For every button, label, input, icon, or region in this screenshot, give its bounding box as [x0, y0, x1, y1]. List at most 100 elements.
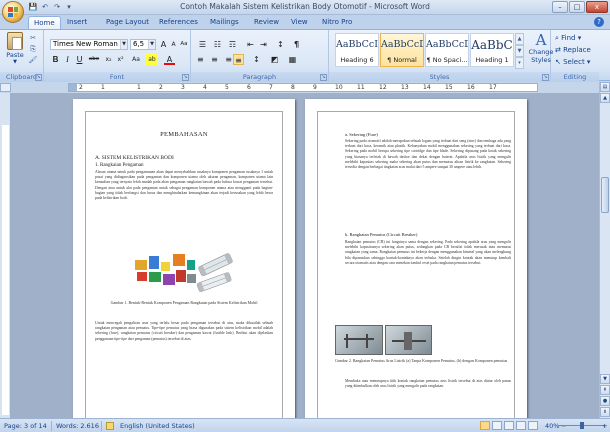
tab-insert[interactable]: Insert — [62, 16, 92, 29]
line-spacing-button[interactable]: ↕ — [251, 54, 262, 65]
numbering-button[interactable]: ☷ — [212, 39, 223, 50]
format-painter-icon[interactable]: 🖌 — [28, 56, 38, 65]
chevron-up-icon[interactable]: ▲ — [515, 33, 524, 45]
list-item-heading: b. Rangkaian Pemutus (Circuit Breaker) — [345, 232, 418, 237]
ruler-toggle-icon[interactable]: ▤ — [600, 82, 610, 92]
style-no-spacing[interactable]: AaBbCcDc ¶ No Spaci... — [425, 33, 469, 67]
paragraph-text: Rangkaian pemutus (CB) ini fungsinya sam… — [345, 240, 511, 265]
page-count-status[interactable]: Page: 3 of 14 — [4, 421, 47, 431]
ruler-number: 5 — [225, 84, 229, 91]
horizontal-ruler[interactable]: 2 1 1 2 3 4 5 6 7 8 9 10 11 12 13 14 15 … — [68, 83, 538, 92]
minimize-button[interactable]: – — [552, 1, 568, 13]
justify-button[interactable]: ≡ — [233, 54, 244, 65]
show-formatting-button[interactable]: ¶ — [291, 39, 302, 50]
document-area[interactable]: PEMBAHASAN A. SISTEM KELISTRIKAN BODI 1.… — [11, 93, 599, 418]
vertical-ruler[interactable] — [0, 93, 11, 418]
styles-gallery-scroll[interactable]: ▲ ▼ ▾ — [515, 33, 524, 69]
office-button[interactable] — [2, 1, 24, 23]
copy-icon[interactable]: ⎘ — [28, 45, 38, 54]
borders-button[interactable]: ▦ — [287, 54, 298, 65]
italic-button[interactable]: I — [62, 54, 73, 65]
scroll-down-button[interactable]: ▼ — [600, 374, 610, 384]
shading-button[interactable]: ◩ — [269, 54, 280, 65]
scrollbar-thumb[interactable] — [601, 177, 609, 213]
sort-button[interactable]: ↕ — [275, 39, 286, 50]
word-count-status[interactable]: Words: 2.616 — [56, 421, 99, 431]
font-size-combo[interactable]: 6,5 ▼ — [130, 39, 156, 50]
ribbon-tabs: Home Insert Page Layout References Maili… — [0, 15, 610, 29]
tab-nitro-pro[interactable]: Nitro Pro — [317, 16, 357, 29]
more-icon[interactable]: ▾ — [515, 57, 524, 69]
paragraph: Sekering pada otomotif adalah merupakan … — [345, 139, 511, 223]
style-heading-6[interactable]: AaBbCcI Heading 6 — [335, 33, 379, 67]
clear-formatting-button[interactable]: Aa — [178, 39, 190, 50]
clipboard-launcher-icon[interactable]: ↘ — [35, 74, 42, 81]
paragraph: Membuka atau menutupnya titik kontak ran… — [345, 379, 511, 395]
draft-view-icon[interactable] — [528, 421, 538, 430]
align-right-button[interactable]: ≡ — [221, 54, 232, 65]
language-status[interactable]: English (United States) — [120, 421, 195, 431]
paste-button[interactable]: Paste ▼ — [4, 32, 26, 70]
document-page[interactable]: PEMBAHASAN A. SISTEM KELISTRIKAN BODI 1.… — [73, 99, 295, 418]
align-left-button[interactable]: ≡ — [197, 54, 208, 65]
help-icon[interactable]: ? — [594, 17, 604, 27]
multilevel-list-button[interactable]: ☶ — [227, 39, 238, 50]
ruler-number: 12 — [379, 84, 387, 91]
tab-references[interactable]: References — [154, 16, 203, 29]
tab-review[interactable]: Review — [249, 16, 284, 29]
paragraph-launcher-icon[interactable]: ↘ — [320, 74, 327, 81]
zoom-in-button[interactable]: + — [602, 421, 607, 431]
tab-page-layout[interactable]: Page Layout — [101, 16, 154, 29]
increase-indent-button[interactable]: ⇥ — [258, 39, 269, 50]
select-button[interactable]: ↖ Select ▾ — [555, 57, 590, 67]
zoom-level[interactable]: 40% — [545, 421, 559, 431]
tab-home[interactable]: Home — [28, 16, 61, 29]
bold-button[interactable]: B — [50, 54, 61, 65]
zoom-slider-thumb[interactable] — [580, 422, 584, 429]
chevron-down-icon[interactable]: ▼ — [120, 40, 127, 49]
styles-launcher-icon[interactable]: ↘ — [542, 74, 549, 81]
subscript-button[interactable]: x₂ — [103, 54, 114, 65]
window-title: Contoh Makalah Sistem Kelistrikan Body O… — [180, 2, 430, 11]
find-button[interactable]: ⌕ Find ▾ — [555, 33, 581, 43]
full-screen-reading-view-icon[interactable] — [492, 421, 502, 430]
zoom-out-button[interactable]: − — [561, 421, 566, 431]
chevron-down-icon[interactable]: ▼ — [148, 40, 155, 49]
ruler-number: 11 — [357, 84, 365, 91]
tab-selector-icon[interactable] — [0, 83, 11, 92]
strikethrough-button[interactable]: abe — [87, 54, 101, 65]
highlight-button[interactable]: ab — [146, 54, 158, 65]
chevron-down-icon[interactable]: ▼ — [515, 45, 524, 57]
style-normal[interactable]: AaBbCcDc ¶ Normal — [380, 33, 424, 67]
change-case-button[interactable]: Aa — [130, 54, 142, 65]
underline-button[interactable]: U — [74, 54, 85, 65]
ruler-number: 1 — [137, 84, 141, 91]
superscript-button[interactable]: x² — [115, 54, 126, 65]
proofing-icon[interactable] — [106, 422, 114, 430]
outline-view-icon[interactable] — [516, 421, 526, 430]
document-page[interactable]: a. Sekering (Fuse) Sekering pada otomoti… — [305, 99, 527, 418]
cut-icon[interactable]: ✂ — [28, 34, 38, 43]
previous-page-button[interactable]: ⇞ — [600, 385, 610, 395]
tab-view[interactable]: View — [286, 16, 313, 29]
replace-button[interactable]: ⇄ Replace — [555, 45, 591, 55]
close-button[interactable]: x — [586, 1, 608, 13]
scroll-up-button[interactable]: ▲ — [600, 93, 610, 103]
select-browse-object-button[interactable]: ● — [600, 396, 610, 406]
center-button[interactable]: ≡ — [209, 54, 220, 65]
maximize-button[interactable]: □ — [569, 1, 585, 13]
ruler-number: 2 — [79, 84, 83, 91]
page-heading: PEMBAHASAN — [160, 131, 208, 138]
style-heading-1[interactable]: AaBbC Heading 1 — [470, 33, 514, 67]
decrease-indent-button[interactable]: ⇤ — [245, 39, 256, 50]
tab-mailings[interactable]: Mailings — [205, 16, 244, 29]
web-layout-view-icon[interactable] — [504, 421, 514, 430]
font-launcher-icon[interactable]: ↘ — [182, 74, 189, 81]
next-page-button[interactable]: ⇟ — [600, 407, 610, 417]
print-layout-view-icon[interactable] — [480, 421, 490, 430]
paragraph: Alasan utama untuk pada pengamanan akan … — [95, 170, 273, 218]
vertical-scrollbar[interactable]: ▤ ▲ ▼ ⇞ ● ⇟ — [599, 82, 610, 418]
font-color-button[interactable]: A — [164, 54, 175, 65]
bullets-button[interactable]: ☰ — [197, 39, 208, 50]
font-name-combo[interactable]: Times New Roman ▼ — [50, 39, 128, 50]
